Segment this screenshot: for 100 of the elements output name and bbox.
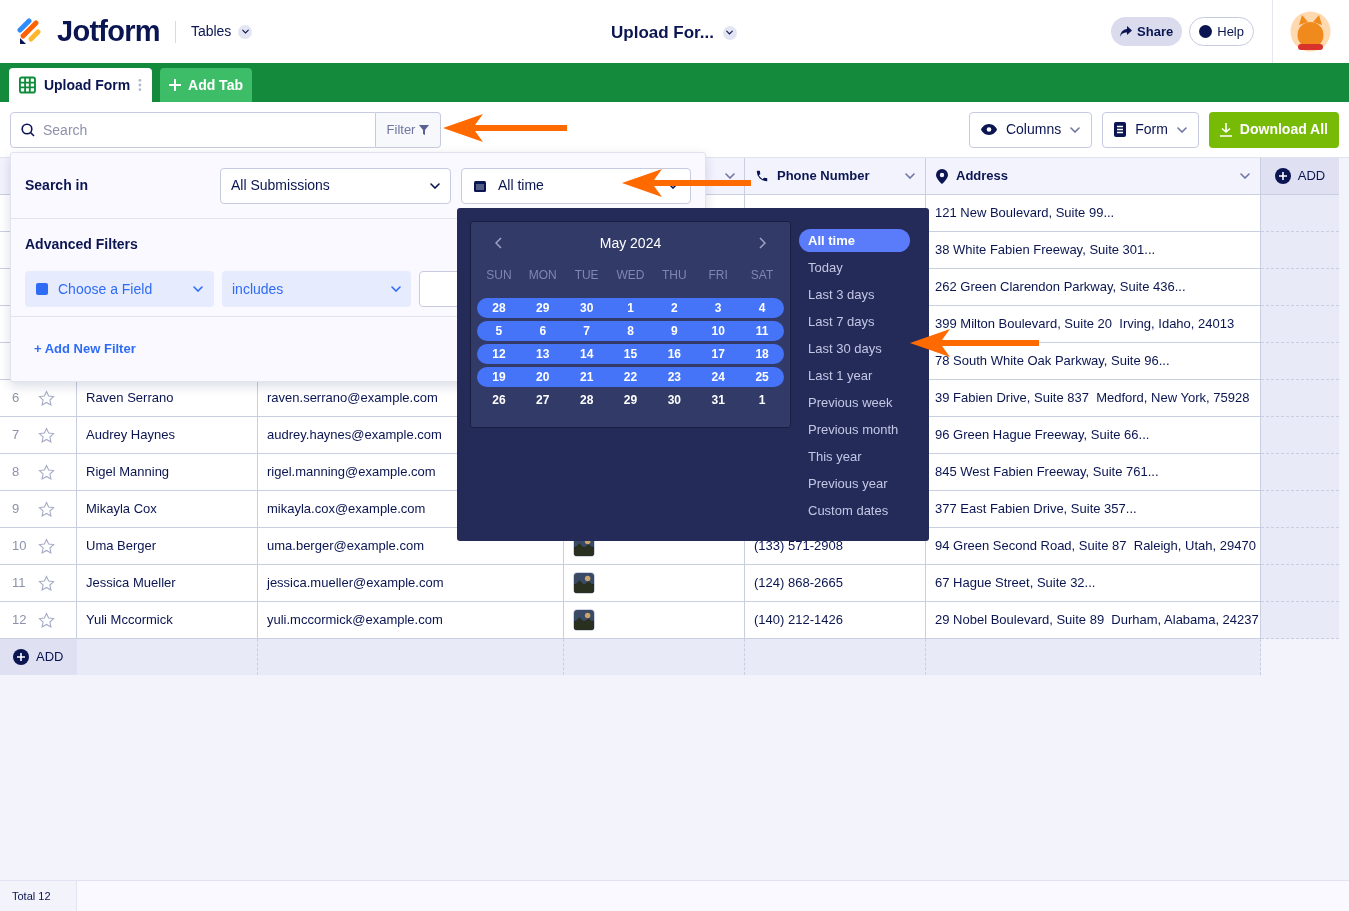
row-number: 8 — [12, 463, 21, 482]
day-number[interactable]: 24 — [696, 368, 741, 386]
date-preset[interactable]: Last 30 days — [799, 337, 910, 360]
weekday-label: TUE — [573, 267, 600, 284]
day-number[interactable]: 27 — [520, 391, 565, 409]
week-row[interactable]: 5 6 7 8 9 10 11 — [477, 321, 784, 341]
table-cell: 94 Green Second Road, Suite 87 Raleigh, Utah, 29470 — [926, 528, 1261, 565]
date-preset[interactable]: Previous year — [799, 472, 910, 495]
day-number[interactable]: 26 — [477, 391, 521, 409]
date-preset[interactable]: This year — [799, 445, 910, 468]
day-number[interactable]: 1 — [740, 391, 784, 409]
table-cell: Rigel Manning — [77, 454, 258, 491]
table-cell: Uma Berger — [77, 528, 258, 565]
day-number[interactable]: 8 — [608, 322, 653, 340]
table-cell: 29 Nobel Boulevard, Suite 89 Durham, Alabama, 24237 — [926, 602, 1261, 639]
date-preset[interactable]: Previous month — [799, 418, 910, 441]
add-tab-button[interactable]: Add Tab — [160, 68, 252, 102]
table-cell: Mikayla Cox — [77, 491, 258, 528]
day-number[interactable]: 14 — [564, 345, 609, 363]
form-title-dropdown[interactable]: Upload For... — [611, 20, 737, 46]
week-row[interactable]: 19 20 21 22 23 24 25 — [477, 367, 784, 387]
column-header[interactable]: Address — [926, 158, 1261, 195]
date-preset[interactable]: Custom dates — [799, 499, 910, 522]
day-number[interactable]: 22 — [608, 368, 653, 386]
table-cell: 399 Milton Boulevard, Suite 20 Irving, Idaho, 24013 — [926, 306, 1261, 343]
day-number[interactable]: 6 — [520, 322, 565, 340]
day-number[interactable]: 5 — [477, 322, 521, 340]
week-row[interactable]: 28 29 30 1 2 3 4 — [477, 298, 784, 318]
day-number[interactable]: 11 — [740, 322, 784, 340]
day-number[interactable]: 23 — [652, 368, 697, 386]
day-number[interactable]: 9 — [652, 322, 697, 340]
day-number[interactable]: 16 — [652, 345, 697, 363]
row-number: 7 — [12, 426, 21, 445]
table-cell: 78 South White Oak Parkway, Suite 96... — [926, 343, 1261, 380]
day-number[interactable]: 4 — [740, 299, 784, 317]
day-number[interactable]: 18 — [740, 345, 784, 363]
day-number[interactable]: 30 — [652, 391, 697, 409]
day-number[interactable]: 7 — [564, 322, 609, 340]
table-cell: jessica.mueller@example.com — [258, 565, 564, 602]
day-number[interactable]: 30 — [564, 299, 609, 317]
day-number[interactable]: 28 — [477, 299, 521, 317]
table-cell: Audrey Haynes — [77, 417, 258, 454]
date-preset[interactable]: Last 7 days — [799, 310, 910, 333]
day-number[interactable]: 17 — [696, 345, 741, 363]
day-number[interactable]: 21 — [564, 368, 609, 386]
day-number[interactable]: 2 — [652, 299, 697, 317]
columns-dropdown[interactable]: Columns — [968, 111, 1093, 148]
week-row[interactable]: 12 13 14 15 16 17 18 — [477, 344, 784, 364]
row-number: 6 — [12, 389, 21, 408]
date-preset[interactable]: Last 3 days — [799, 283, 910, 306]
day-number[interactable]: 10 — [696, 322, 741, 340]
day-number[interactable]: 12 — [477, 345, 521, 363]
row-number: 12 — [12, 611, 24, 630]
column-header[interactable]: Phone Number — [745, 158, 926, 195]
month-title: May 2024 — [599, 233, 662, 253]
help-button[interactable]: Help — [1189, 17, 1254, 46]
table-cell: 121 New Boulevard, Suite 99... — [926, 195, 1261, 232]
weekday-label: FRI — [707, 267, 729, 284]
scope-select[interactable]: All Submissions — [220, 167, 451, 204]
table-cell: Yuli Mccormick — [77, 602, 258, 639]
weekday-label: SUN — [485, 267, 513, 284]
day-number[interactable]: 29 — [520, 299, 565, 317]
day-number[interactable]: 13 — [520, 345, 565, 363]
field-select[interactable]: Choose a Field — [25, 271, 214, 307]
form-dropdown[interactable]: Form — [1102, 111, 1199, 148]
total-count: Total 12 — [12, 888, 51, 904]
add-row-button[interactable]: ADD — [0, 639, 77, 675]
share-button[interactable]: Share — [1111, 17, 1183, 46]
day-number[interactable]: 29 — [608, 391, 653, 409]
row-number: 9 — [12, 500, 21, 519]
condition-select[interactable]: includes — [222, 271, 411, 307]
weekday-label: MON — [527, 267, 558, 284]
table-cell: 845 West Fabien Freeway, Suite 761... — [926, 454, 1261, 491]
logo-text: Jotform — [57, 13, 160, 49]
day-number[interactable]: 15 — [608, 345, 653, 363]
table-cell: 39 Fabien Drive, Suite 837 Medford, New York, 75928 — [926, 380, 1261, 417]
day-number[interactable]: 3 — [696, 299, 741, 317]
table-cell: (124) 868-2665 — [745, 565, 926, 602]
day-number[interactable]: 31 — [696, 391, 741, 409]
download-all-button[interactable]: Download All — [1208, 111, 1339, 148]
date-preset[interactable]: Last 1 year — [799, 364, 910, 387]
search-in-label: Search in — [25, 176, 89, 195]
table-cell: Jessica Mueller — [77, 565, 258, 602]
sheet-tab[interactable]: Upload Form — [9, 68, 152, 102]
row-number: 10 — [12, 537, 24, 556]
table-cell: 377 East Fabien Drive, Suite 357... — [926, 491, 1261, 528]
date-preset[interactable]: Previous week — [799, 391, 910, 414]
date-preset[interactable]: Today — [799, 256, 910, 279]
table-cell: 96 Green Hague Freeway, Suite 66... — [926, 417, 1261, 454]
date-range-select[interactable]: All time — [461, 167, 691, 204]
day-number[interactable]: 1 — [608, 299, 653, 317]
search-field[interactable]: Search — [10, 111, 376, 148]
add-filter-link[interactable]: + Add New Filter — [34, 339, 136, 359]
product-dropdown[interactable]: Tables — [190, 21, 253, 42]
table-cell: 67 Hague Street, Suite 32... — [926, 565, 1261, 602]
filter-button[interactable]: Filter — [376, 111, 441, 148]
date-preset[interactable]: All time — [799, 229, 910, 252]
day-number[interactable]: 28 — [564, 391, 609, 409]
add-column-button[interactable]: ADD — [1261, 158, 1339, 195]
day-number[interactable]: 25 — [740, 368, 784, 386]
